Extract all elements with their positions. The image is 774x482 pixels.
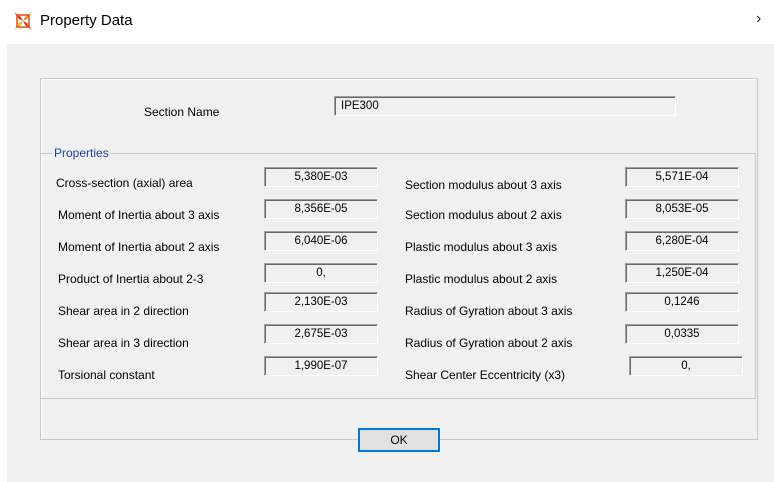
property-value: 0, [629, 356, 743, 376]
property-label: Section modulus about 3 axis [405, 178, 562, 192]
property-value: 5,571E-04 [625, 167, 739, 187]
etabs-logo-icon [14, 12, 32, 30]
property-label: Cross-section (axial) area [56, 176, 193, 190]
property-label: Section modulus about 2 axis [405, 208, 562, 222]
close-icon[interactable]: › [756, 10, 761, 28]
property-value: 1,990E-07 [264, 356, 378, 376]
property-label: Plastic modulus about 2 axis [405, 272, 558, 286]
property-label: Moment of Inertia about 2 axis [58, 240, 220, 254]
property-value: 5,380E-03 [264, 167, 378, 187]
dialog-body: Section Name IPE300 Properties Cross-sec… [7, 44, 774, 482]
properties-group-title: Properties [52, 146, 111, 160]
property-value: 0, [264, 263, 378, 283]
property-label: Radius of Gyration about 3 axis [405, 304, 573, 318]
property-label: Plastic modulus about 3 axis [405, 240, 558, 254]
property-value: 6,280E-04 [625, 231, 739, 251]
property-value: 6,040E-06 [264, 231, 378, 251]
section-name-label: Section Name [144, 105, 220, 119]
window-title: Property Data [40, 12, 133, 29]
property-value: 8,356E-05 [264, 199, 378, 219]
property-label: Shear area in 2 direction [58, 304, 189, 318]
property-label: Shear Center Eccentricity (x3) [405, 368, 566, 382]
property-value: 1,250E-04 [625, 263, 739, 283]
title-bar: Property Data › [0, 0, 774, 44]
section-name-field[interactable]: IPE300 [334, 96, 676, 116]
property-value: 0,0335 [625, 324, 739, 344]
property-label: Shear area in 3 direction [58, 336, 189, 350]
property-label: Product of Inertia about 2-3 [58, 272, 204, 286]
property-value: 8,053E-05 [625, 199, 739, 219]
property-value: 2,675E-03 [264, 324, 378, 344]
ok-button[interactable]: OK [358, 428, 440, 452]
property-value: 2,130E-03 [264, 292, 378, 312]
property-label: Moment of Inertia about 3 axis [58, 208, 220, 222]
property-value: 0,1246 [625, 292, 739, 312]
property-label: Radius of Gyration about 2 axis [405, 336, 573, 350]
property-label: Torsional constant [58, 368, 155, 382]
